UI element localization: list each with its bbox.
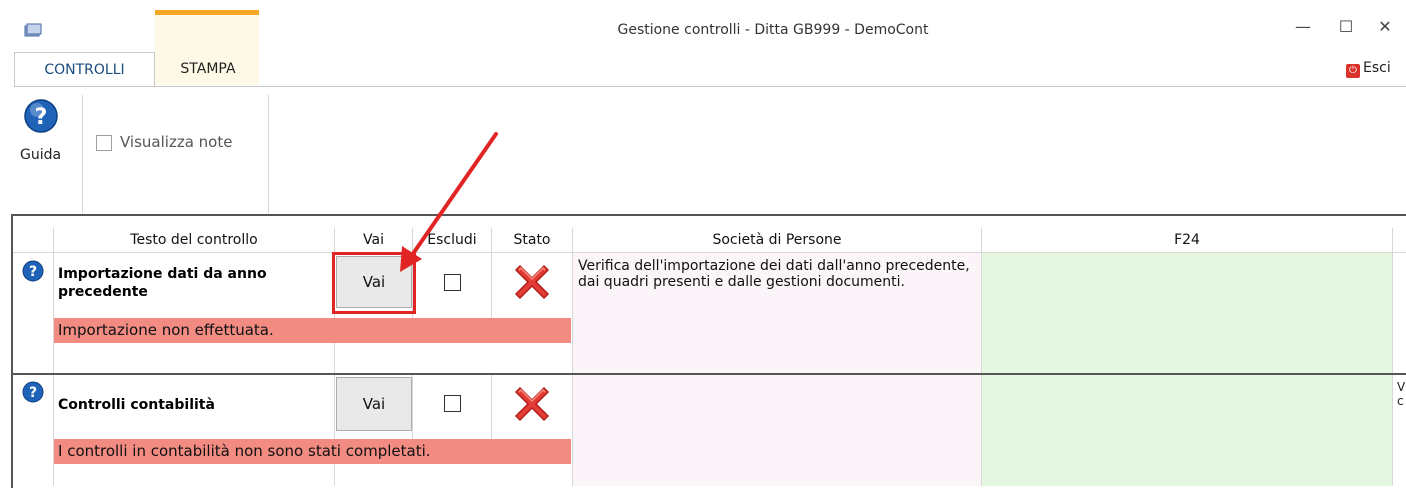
annotation-arrow: [400, 132, 498, 272]
